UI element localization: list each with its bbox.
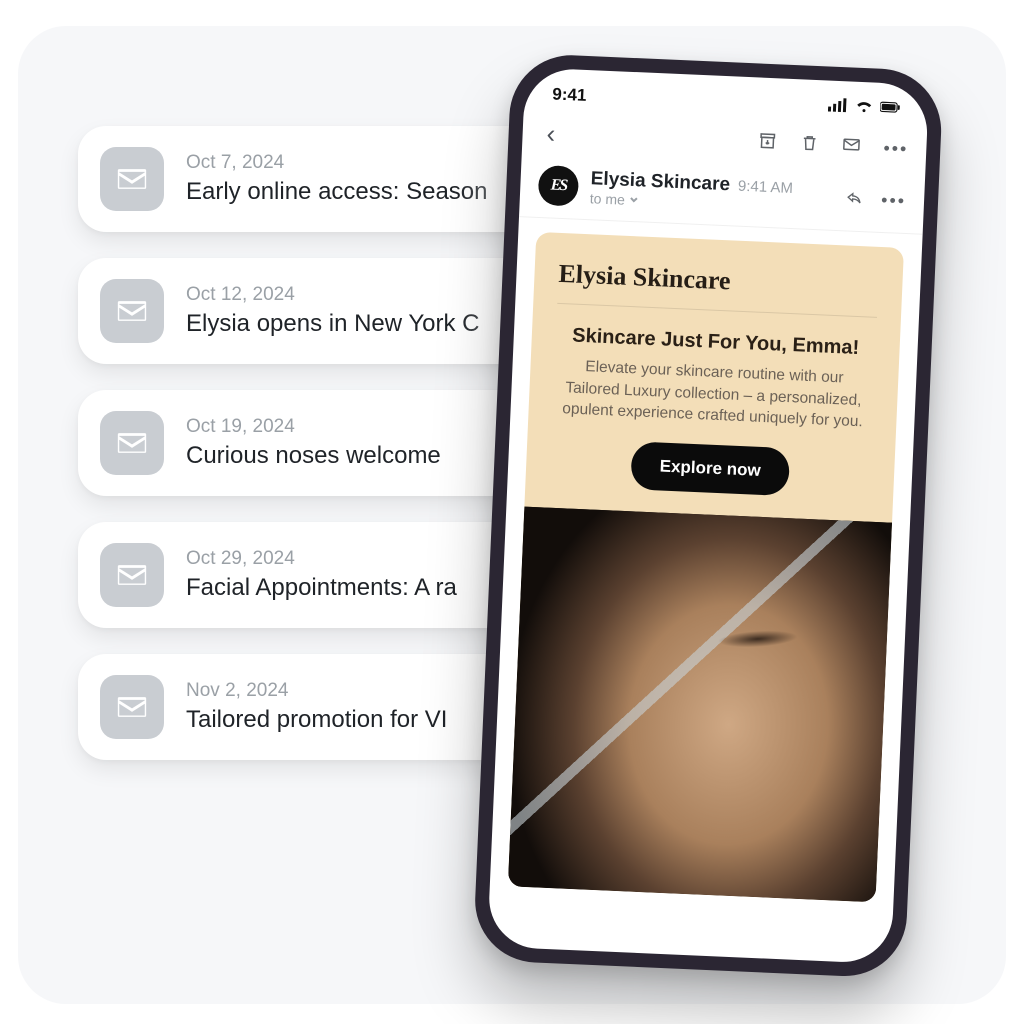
envelope-icon bbox=[100, 279, 164, 343]
recipient-label: to me bbox=[590, 190, 626, 208]
envelope-icon bbox=[100, 543, 164, 607]
hero-photo bbox=[508, 507, 892, 903]
body-copy: Elevate your skincare routine with our T… bbox=[527, 354, 898, 453]
explore-now-button[interactable]: Explore now bbox=[631, 441, 790, 496]
status-time: 9:41 bbox=[552, 84, 587, 105]
reply-icon[interactable] bbox=[845, 187, 864, 211]
more-icon[interactable]: ••• bbox=[881, 189, 907, 211]
envelope-icon bbox=[100, 411, 164, 475]
envelope-icon bbox=[100, 147, 164, 211]
mail-icon[interactable] bbox=[841, 134, 862, 160]
trash-icon[interactable] bbox=[799, 132, 820, 158]
phone-screen: 9:41 ‹ bbox=[487, 67, 929, 964]
phone-frame: 9:41 ‹ bbox=[473, 53, 944, 979]
chevron-down-icon[interactable] bbox=[629, 192, 640, 208]
archive-icon[interactable] bbox=[757, 130, 778, 156]
more-icon[interactable]: ••• bbox=[883, 138, 909, 160]
email-body-card: Elysia Skincare Skincare Just For You, E… bbox=[508, 232, 904, 902]
sender-time: 9:41 AM bbox=[738, 178, 794, 197]
battery-icon bbox=[880, 99, 901, 120]
envelope-icon bbox=[100, 675, 164, 739]
brand-title: Elysia Skincare bbox=[533, 232, 904, 314]
back-button[interactable]: ‹ bbox=[540, 118, 562, 150]
cellular-signal-icon bbox=[828, 97, 849, 118]
background-panel: Oct 7, 2024 Early online access: Season … bbox=[18, 26, 1006, 1004]
avatar: ES bbox=[538, 165, 580, 207]
wifi-icon bbox=[854, 98, 875, 119]
